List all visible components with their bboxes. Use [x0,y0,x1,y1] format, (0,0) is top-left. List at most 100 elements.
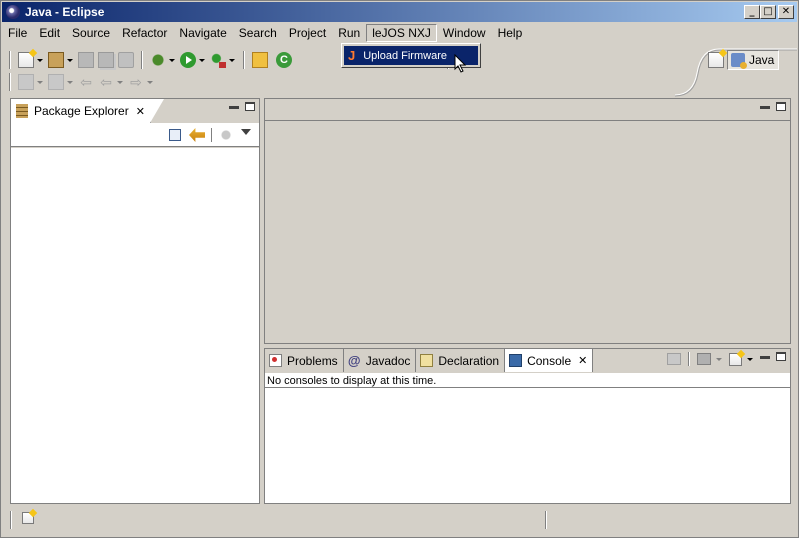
close-icon[interactable]: ✕ [578,354,587,367]
status-bar [2,507,797,535]
run-icon[interactable] [180,52,196,68]
maximize-view-icon[interactable] [245,102,255,111]
pin-console-icon[interactable] [667,353,681,365]
minimize-editor-icon[interactable] [760,106,770,109]
filters-icon[interactable] [219,129,233,141]
menu-source[interactable]: Source [66,24,116,42]
back-dropdown-icon[interactable] [117,80,123,84]
secondary-toolbar: ⇦ ⇦ ⇨ [9,72,156,92]
view-menu-icon[interactable] [241,129,251,135]
tab-label: Console [527,353,572,368]
open-type-icon[interactable] [252,52,268,68]
menu-project[interactable]: Project [283,24,332,42]
declaration-icon [420,354,434,367]
status-separator [10,511,12,529]
java-perspective-icon [731,53,747,69]
close-button[interactable]: ✕ [778,5,794,19]
last-edit-location-icon[interactable]: ⇦ [78,74,94,90]
previous-annotation-dropdown-icon[interactable] [67,80,73,84]
print-icon[interactable] [118,52,134,68]
maximize-button[interactable]: □ [760,5,776,19]
tab-label: Declaration [438,353,500,368]
title-bar[interactable]: Java - Eclipse _ □ ✕ [2,2,797,22]
external-tools-dropdown-arrow-icon[interactable] [229,58,235,62]
menu-navigate[interactable]: Navigate [173,24,232,42]
next-annotation-dropdown-icon[interactable] [37,80,43,84]
close-icon[interactable]: ✕ [136,105,145,118]
new-class-icon[interactable]: C [276,52,292,68]
eclipse-logo-icon [6,5,20,19]
menu-edit[interactable]: Edit [33,24,66,42]
new-dropdown-arrow-icon[interactable] [37,58,43,62]
console-divider [265,387,790,388]
maximize-view-icon[interactable] [776,352,786,361]
previous-annotation-icon[interactable] [48,74,64,90]
debug-icon[interactable] [150,52,166,68]
eclipse-window: Java - Eclipse _ □ ✕ File Edit Source Re… [0,0,799,538]
tab-label: Problems [287,353,338,368]
link-with-editor-icon[interactable] [189,128,205,142]
package-explorer-icon [16,104,28,118]
save-all-icon[interactable] [98,52,114,68]
fast-view-icon[interactable] [22,512,34,524]
package-explorer-view: Package Explorer ✕ [10,98,260,504]
menu-file[interactable]: File [2,24,33,42]
tab-javadoc[interactable]: @ Javadoc [344,349,417,372]
menu-refactor[interactable]: Refactor [116,24,173,42]
package-explorer-toolbar [11,123,259,147]
console-output[interactable]: No consoles to display at this time. [265,373,790,503]
save-icon[interactable] [78,52,94,68]
window-title: Java - Eclipse [25,5,105,19]
console-icon [509,354,523,367]
tab-label: Javadoc [365,353,411,368]
toolbar-separator [9,51,11,69]
menu-lejos-nxj[interactable]: leJOS NXJ [366,24,437,42]
tab-label: Package Explorer [34,104,129,118]
open-console-dropdown-icon[interactable] [747,357,753,361]
tab-package-explorer[interactable]: Package Explorer ✕ [11,99,164,123]
tab-problems[interactable]: Problems [265,349,344,372]
collapse-all-icon[interactable] [169,129,181,141]
external-tools-icon[interactable] [210,52,226,68]
perspective-label: Java [749,53,775,67]
at-icon: @ [347,353,361,368]
forward-dropdown-icon[interactable] [147,80,153,84]
toolbar-separator [688,352,690,366]
minimize-view-icon[interactable] [760,356,770,359]
mouse-cursor-icon [454,54,467,73]
menu-item-label: Upload Firmware [363,49,447,62]
lejos-icon: J [348,47,356,63]
package-dropdown-arrow-icon[interactable] [67,58,73,62]
toolbar-separator [211,128,213,142]
new-wizard-icon[interactable] [18,52,34,68]
toolbar-separator [141,51,143,69]
menu-help[interactable]: Help [492,24,529,42]
console-toolbar [665,352,756,366]
menu-window[interactable]: Window [437,24,492,42]
back-icon[interactable]: ⇦ [98,74,114,90]
new-package-icon[interactable] [48,52,64,68]
open-perspective-icon[interactable] [708,52,724,68]
package-explorer-tree[interactable] [11,148,259,503]
java-perspective-button[interactable]: Java [727,50,779,70]
display-console-dropdown-icon[interactable] [716,357,722,361]
editor-tab-row [265,99,790,121]
tab-console[interactable]: Console ✕ [505,349,594,372]
console-empty-message: No consoles to display at this time. [267,375,437,387]
maximize-editor-icon[interactable] [776,102,786,111]
display-console-icon[interactable] [697,353,711,365]
open-console-icon[interactable] [729,352,742,366]
menu-search[interactable]: Search [233,24,283,42]
menu-bar: File Edit Source Refactor Navigate Searc… [2,23,797,43]
editor-area [264,98,791,344]
minimize-button[interactable]: _ [744,5,760,19]
menu-run[interactable]: Run [332,24,366,42]
package-explorer-tab-row: Package Explorer ✕ [11,99,259,123]
tab-declaration[interactable]: Declaration [416,349,506,372]
forward-icon[interactable]: ⇨ [128,74,144,90]
next-annotation-icon[interactable] [18,74,34,90]
run-dropdown-arrow-icon[interactable] [199,58,205,62]
debug-dropdown-arrow-icon[interactable] [169,58,175,62]
minimize-view-icon[interactable] [229,106,239,109]
status-separator [545,511,547,529]
